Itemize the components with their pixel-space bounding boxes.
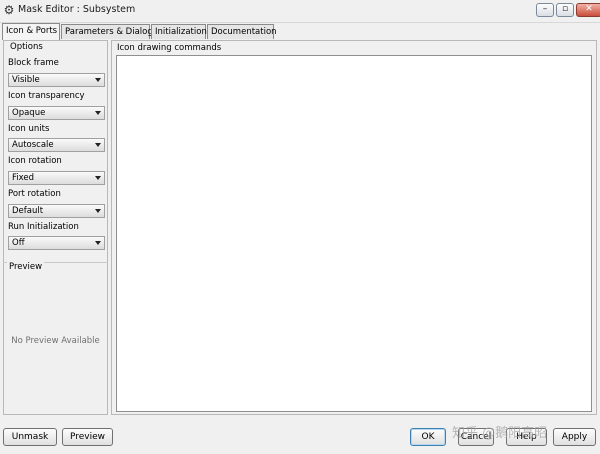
maximize-icon[interactable]: ▫ [556, 3, 574, 17]
apply-button[interactable]: Apply [553, 428, 596, 446]
run-initialization-value: Off [12, 238, 25, 248]
tab-icon-ports[interactable]: Icon & Ports [2, 23, 60, 40]
port-rotation-label: Port rotation [8, 189, 61, 199]
title-bar: ⚙ Mask Editor : Subsystem – ▫ ✕ [0, 0, 600, 23]
preview-legend: Preview [7, 262, 45, 272]
chevron-down-icon [95, 78, 101, 82]
icon-units-label: Icon units [8, 124, 50, 134]
icon-rotation-dropdown[interactable]: Fixed [8, 171, 105, 185]
no-preview-text: No Preview Available [11, 336, 100, 346]
run-initialization-dropdown[interactable]: Off [8, 236, 105, 250]
chevron-down-icon [95, 176, 101, 180]
chevron-down-icon [95, 209, 101, 213]
preview-button[interactable]: Preview [62, 428, 113, 446]
tab-parameters-dialog[interactable]: Parameters & Dialog [61, 24, 153, 39]
icon-transparency-value: Opaque [12, 108, 46, 118]
run-initialization-label: Run Initialization [8, 222, 79, 232]
ok-button[interactable]: OK [410, 428, 446, 446]
tab-initialization[interactable]: Initialization [151, 24, 207, 39]
port-rotation-dropdown[interactable]: Default [8, 204, 105, 218]
unmask-button[interactable]: Unmask [3, 428, 57, 446]
window-title: Mask Editor : Subsystem [18, 4, 136, 15]
help-button[interactable]: Help [506, 428, 547, 446]
icon-transparency-dropdown[interactable]: Opaque [8, 106, 105, 120]
icon-units-value: Autoscale [12, 140, 54, 150]
icon-units-dropdown[interactable]: Autoscale [8, 138, 105, 152]
chevron-down-icon [95, 111, 101, 115]
cancel-button[interactable]: Cancel [458, 428, 494, 446]
block-frame-dropdown[interactable]: Visible [8, 73, 105, 87]
chevron-down-icon [95, 143, 101, 147]
drawing-commands-editor[interactable] [116, 55, 592, 412]
drawing-commands-label: Icon drawing commands [117, 43, 222, 53]
options-legend: Options [8, 42, 45, 52]
port-rotation-value: Default [12, 206, 44, 216]
block-frame-value: Visible [12, 75, 40, 85]
minimize-icon[interactable]: – [536, 3, 554, 17]
drawing-commands-panel: Icon drawing commands [111, 40, 597, 415]
preview-panel: Preview No Preview Available [3, 262, 108, 415]
icon-rotation-label: Icon rotation [8, 156, 62, 166]
close-icon[interactable]: ✕ [576, 3, 600, 17]
tab-documentation[interactable]: Documentation [207, 24, 277, 39]
icon-rotation-value: Fixed [12, 173, 35, 183]
chevron-down-icon [95, 241, 101, 245]
mask-editor-icon: ⚙ [3, 3, 15, 17]
block-frame-label: Block frame [8, 58, 59, 68]
icon-transparency-label: Icon transparency [8, 91, 85, 101]
